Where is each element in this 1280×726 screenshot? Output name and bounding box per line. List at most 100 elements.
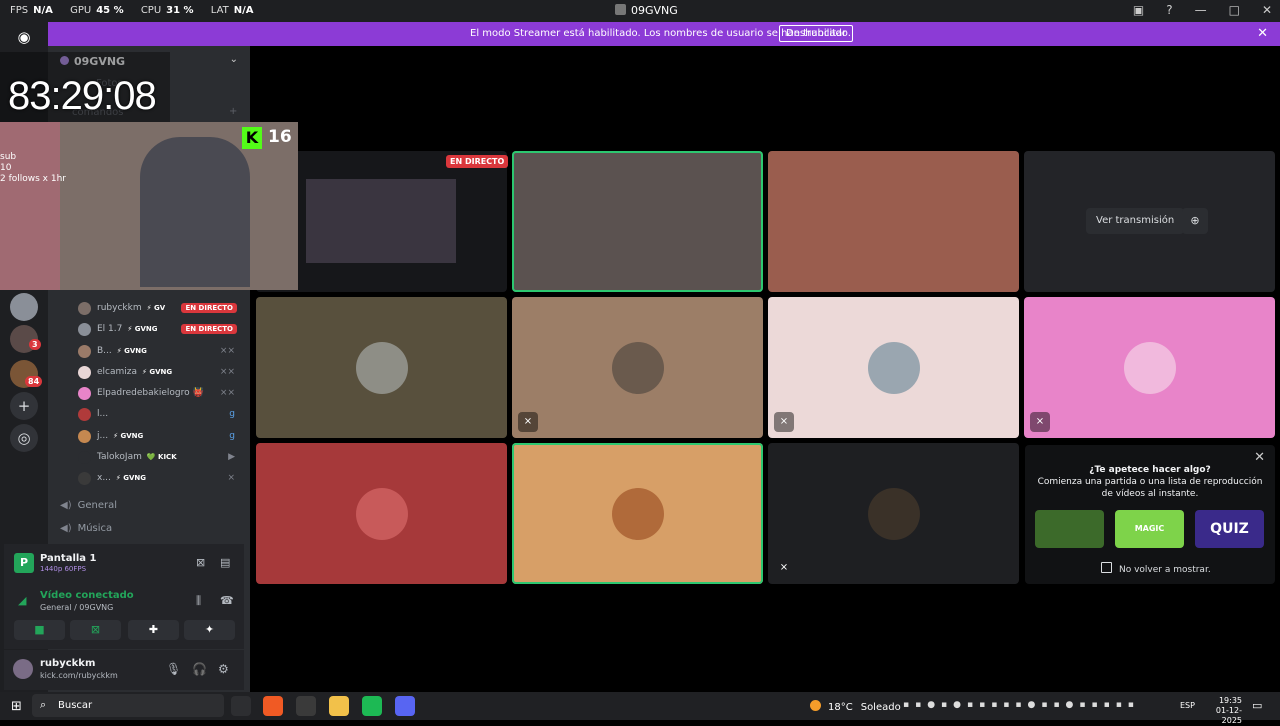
voice-user[interactable]: El 1.7 ⚡ GVNG EN DIRECTO (78, 320, 243, 338)
avatar (867, 487, 920, 540)
date: 01-12-2025 (1215, 706, 1242, 725)
voice-user[interactable]: TalokoJam 💚 KICK ▶ (78, 448, 243, 466)
activities-button[interactable]: ✚ (128, 620, 179, 640)
avatar (78, 450, 91, 464)
add-server-icon[interactable]: + (10, 392, 38, 420)
minimize-button[interactable]: — (1195, 3, 1207, 17)
windows-start-icon[interactable]: ⊞ (11, 699, 22, 714)
voice-user[interactable]: elcamiza ⚡ GVNG ⨯⨯ (78, 363, 243, 381)
avatar (78, 386, 91, 400)
activity-title: ¿Te apetece hacer algo? (1089, 465, 1211, 475)
gear-icon[interactable]: ⚙ (218, 662, 229, 676)
activity-text: ¿Te apetece hacer algo? Comienza una part… (1035, 464, 1265, 500)
fps-label: FPS (10, 5, 29, 16)
close-icon[interactable]: ✕ (1254, 450, 1265, 465)
voice-user[interactable]: Elpadredebakielogro 👹 ⨯⨯ (78, 384, 243, 402)
activity-game[interactable]: QUIZ (1195, 510, 1264, 548)
help-icon[interactable]: ? (1166, 3, 1172, 17)
user-tile[interactable]: ⨯ (1024, 297, 1275, 438)
kick-logo: K (242, 127, 262, 149)
file-explorer-icon[interactable] (329, 696, 349, 716)
search-label: Buscar (58, 700, 93, 711)
user-tile[interactable] (256, 443, 507, 584)
spotify-icon[interactable] (362, 696, 382, 716)
close-icon[interactable]: ✕ (1257, 26, 1268, 41)
voice-user[interactable]: x... ⚡ GVNG ⨯ (78, 469, 243, 487)
camera-button[interactable]: ■ (14, 620, 65, 640)
activity-game[interactable]: MAGIC (1115, 510, 1184, 548)
avatar (355, 341, 408, 394)
soundboard-button[interactable]: ✦ (184, 620, 235, 640)
microphone-icon[interactable]: 🎙 (166, 662, 181, 676)
activity-suggestion: ✕ ¿Te apetece hacer algo? Comienza una pa… (1025, 445, 1275, 584)
kick-count: 16 (268, 127, 292, 147)
signal-icon[interactable]: ◢ (18, 594, 26, 607)
language-indicator[interactable]: ESP (1180, 701, 1195, 710)
close-button[interactable]: ✕ (1262, 3, 1272, 17)
channel-label: Música (77, 523, 113, 534)
voice-channel-musica[interactable]: ◀) Música (60, 523, 112, 534)
cam-text: sub (0, 152, 17, 162)
voice-user[interactable]: j... ⚡ GVNG g (78, 427, 243, 445)
user-tag: ⚡ GVNG (142, 368, 173, 376)
stop-stream-icon[interactable]: ⊠ (196, 556, 205, 569)
headphones-icon[interactable]: 🎧 (192, 662, 207, 676)
disconnect-icon[interactable]: ☎ (220, 594, 234, 607)
user-tile[interactable]: ⨯ (768, 443, 1019, 584)
screen-share-button[interactable]: ⊠ (70, 620, 121, 640)
chevron-down-icon[interactable]: ⌄ (230, 54, 238, 65)
voice-user[interactable]: rubyckkm ⚡ GV EN DIRECTO (78, 299, 243, 317)
avatar (611, 341, 664, 394)
stream-settings-icon[interactable]: ▤ (220, 556, 230, 569)
voice-channel-path[interactable]: General / 09GVNG (40, 603, 113, 612)
task-view-icon[interactable] (231, 696, 251, 716)
add-channel-icon[interactable]: + (229, 106, 237, 117)
weather-widget[interactable]: 18°C Soleado (810, 700, 901, 713)
username[interactable]: rubyckkm (40, 658, 95, 669)
disable-streamer-button[interactable]: Deshabilitar (779, 25, 854, 42)
user-tile[interactable]: ⨯ (512, 297, 763, 438)
cpu-label: CPU (140, 5, 162, 16)
discord-icon[interactable] (395, 696, 415, 716)
muted-icon: ⨯⨯ (219, 388, 235, 398)
obs-icon[interactable] (296, 696, 316, 716)
stream-tile[interactable]: Ver transmisión ⊕ (1024, 151, 1275, 292)
voice-channel-general[interactable]: ◀) General (60, 500, 117, 511)
system-tray[interactable]: ▪▪●▪●▪▪▪▪▪●▪▪●▪▪▪▪▪ (903, 700, 1140, 710)
clock[interactable]: 19:35 01-12-2025 (1202, 696, 1242, 726)
user-tag: ⚡ GVNG (113, 432, 144, 440)
voice-user[interactable]: B... ⚡ GVNG ⨯⨯ (78, 342, 243, 360)
user-tile[interactable] (512, 443, 763, 584)
taskbar-search[interactable]: ⌕ Buscar (32, 694, 224, 717)
notification-icon[interactable]: ▭ (1252, 699, 1262, 712)
discord-home-icon[interactable]: ◉ (12, 28, 36, 48)
webcam-overlay: sub 10 2 follows x 1hr K 16 (0, 122, 298, 290)
dont-show-checkbox[interactable]: No volver a mostrar. (1101, 562, 1211, 575)
user-name: x... (97, 473, 111, 483)
window-title: 09GVNG (615, 4, 678, 17)
avatar[interactable] (13, 659, 33, 679)
brave-icon[interactable] (263, 696, 283, 716)
user-tile[interactable] (256, 297, 507, 438)
maximize-button[interactable]: □ (1229, 3, 1240, 17)
popout-icon[interactable]: ⊕ (1182, 208, 1208, 234)
user-tile[interactable]: ⨯ (768, 297, 1019, 438)
stream-preview (306, 179, 456, 263)
temperature: 18°C (828, 702, 853, 713)
muted-icon: ⨯ (779, 562, 789, 573)
avatar (611, 487, 664, 540)
stream-tile[interactable] (512, 151, 763, 292)
video-tile[interactable] (768, 151, 1019, 292)
noise-icon[interactable]: ⫼ (196, 594, 201, 608)
avatar (1123, 341, 1176, 394)
avatar (78, 322, 91, 336)
cam-text: 10 (0, 163, 12, 173)
watch-stream-button[interactable]: Ver transmisión (1086, 208, 1185, 234)
server-icon[interactable] (10, 293, 38, 321)
activity-game[interactable] (1035, 510, 1104, 548)
voice-user[interactable]: l... g (78, 405, 243, 423)
inbox-icon[interactable]: ▣ (1133, 3, 1144, 17)
checkbox-icon[interactable] (1101, 562, 1112, 573)
explore-icon[interactable]: ◎ (10, 424, 38, 452)
user-name: El 1.7 (97, 324, 123, 334)
